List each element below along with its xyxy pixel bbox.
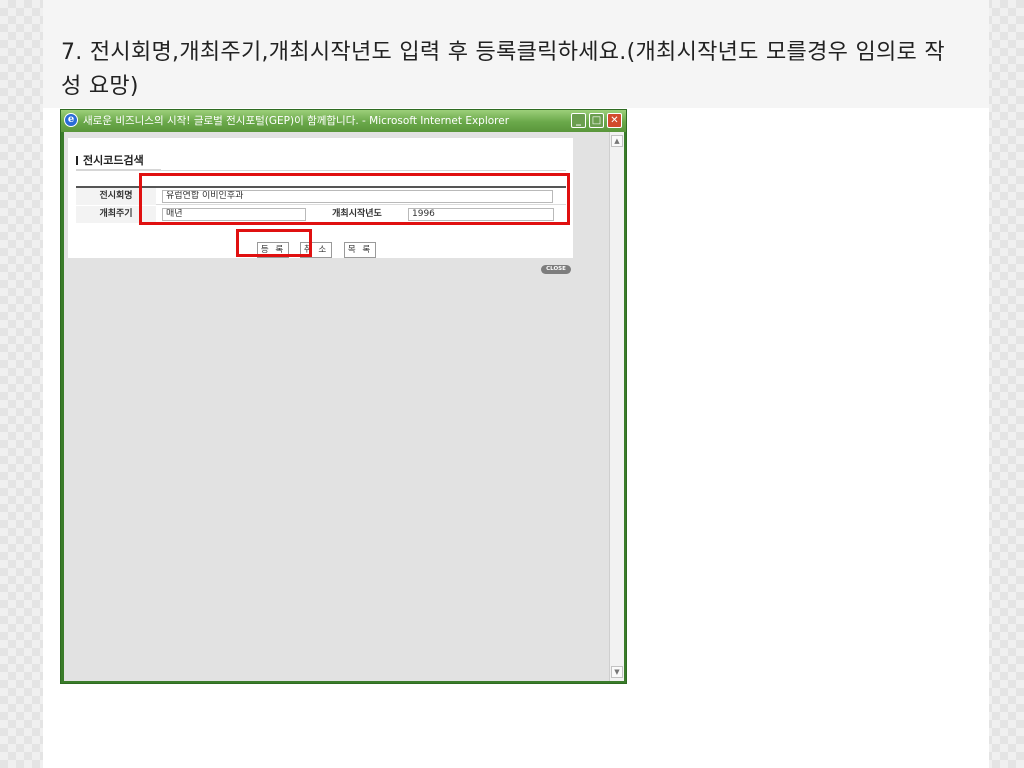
highlight-fields-box [139, 173, 570, 225]
vertical-scrollbar[interactable]: ▲ ▼ [609, 132, 624, 681]
scroll-up-icon[interactable]: ▲ [611, 135, 623, 147]
instruction-band: 7. 전시회명,개최주기,개최시작년도 입력 후 등록클릭하세요.(개최시작년도… [43, 0, 989, 108]
ie-icon: e [64, 113, 78, 127]
highlight-register-box [236, 229, 312, 257]
panel-title: 전시코드검색 [76, 152, 144, 168]
scroll-down-icon[interactable]: ▼ [611, 666, 623, 678]
close-icon[interactable]: ✕ [607, 113, 622, 128]
window-title: 새로운 비즈니스의 시작! 글로벌 전시포털(GEP)이 함께합니다. - Mi… [83, 115, 510, 127]
form-buttons: 등 록 취 소 목 록 [68, 242, 573, 258]
title-divider [76, 170, 566, 171]
maximize-icon[interactable]: □ [589, 113, 604, 128]
instruction-text: 7. 전시회명,개최주기,개최시작년도 입력 후 등록클릭하세요.(개최시작년도… [61, 40, 945, 99]
close-popup-button[interactable]: CLOSE [541, 265, 571, 274]
list-button[interactable]: 목 록 [344, 242, 376, 258]
minimize-icon[interactable]: _ [571, 113, 586, 128]
window-titlebar[interactable]: e 새로운 비즈니스의 시작! 글로벌 전시포털(GEP)이 함께합니다. - … [61, 110, 626, 132]
title-bullet-icon [76, 156, 78, 165]
